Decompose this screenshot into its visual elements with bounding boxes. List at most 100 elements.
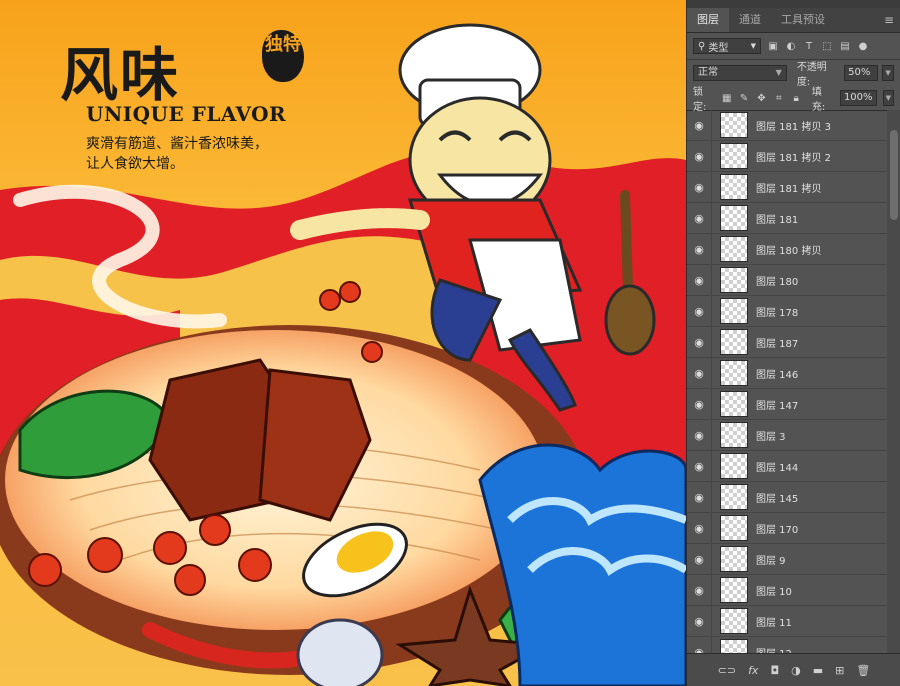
eye-icon[interactable]: ◉ bbox=[687, 522, 711, 535]
link-icon[interactable]: ⊂⊃ bbox=[718, 664, 736, 677]
filter-image-icon[interactable]: ▣ bbox=[767, 40, 779, 52]
artwork-title-cn: 风味 bbox=[60, 41, 181, 109]
layer-name: 图层 144 bbox=[756, 462, 799, 474]
layer-row[interactable]: ◉ 图层 12 bbox=[687, 636, 887, 654]
fill-label: 填充: bbox=[811, 87, 826, 113]
filter-smart-icon[interactable]: ▤ bbox=[839, 40, 851, 52]
layer-thumbnail bbox=[720, 546, 748, 572]
layer-name: 图层 145 bbox=[756, 493, 799, 505]
lock-all-icon[interactable]: 🔒︎ bbox=[790, 92, 801, 104]
layer-row[interactable]: ◉ 图层 144 bbox=[687, 450, 887, 482]
layer-thumbnail bbox=[720, 422, 748, 448]
layer-name: 图层 146 bbox=[756, 369, 799, 381]
layer-thumbnail bbox=[720, 298, 748, 324]
artwork-title-en: UNIQUE FLAVOR bbox=[86, 102, 287, 126]
layer-thumbnail bbox=[720, 577, 748, 603]
lock-move-icon[interactable]: ✥ bbox=[756, 92, 767, 104]
tab-tool-presets[interactable]: 工具预设 bbox=[771, 8, 835, 32]
layer-thumbnail bbox=[720, 453, 748, 479]
layer-name: 图层 10 bbox=[756, 586, 792, 598]
layer-name: 图层 170 bbox=[756, 524, 799, 536]
fill-input[interactable]: 100% bbox=[839, 90, 877, 106]
tab-channels[interactable]: 通道 bbox=[729, 8, 771, 32]
new-layer-icon[interactable]: ⊞ bbox=[835, 664, 844, 677]
layer-name: 图层 187 bbox=[756, 338, 799, 350]
eye-icon[interactable]: ◉ bbox=[687, 150, 711, 163]
layer-name: 图层 3 bbox=[756, 431, 786, 443]
eye-icon[interactable]: ◉ bbox=[687, 274, 711, 287]
filter-shape-icon[interactable]: ⬚ bbox=[821, 40, 833, 52]
lock-artboard-icon[interactable]: ⌗ bbox=[773, 92, 784, 104]
layer-name: 图层 147 bbox=[756, 400, 799, 412]
mask-icon[interactable]: ◘ bbox=[770, 664, 779, 677]
layer-row[interactable]: ◉ 图层 10 bbox=[687, 574, 887, 606]
eye-icon[interactable]: ◉ bbox=[687, 305, 711, 318]
layers-panel: 图层 通道 工具预设 ≡ ⚲ 类型 ▼ ▣ ◐ T ⬚ ▤ ● 正常 ▼ 不透明… bbox=[686, 0, 900, 686]
filter-kind-label: 类型 bbox=[708, 42, 729, 54]
layer-row[interactable]: ◉ 图层 170 bbox=[687, 512, 887, 544]
eye-icon[interactable]: ◉ bbox=[687, 243, 711, 256]
layer-row[interactable]: ◉ 图层 181 拷贝 3 bbox=[687, 110, 887, 141]
layer-row[interactable]: ◉ 图层 181 拷贝 2 bbox=[687, 140, 887, 172]
layer-thumbnail bbox=[720, 112, 748, 138]
filter-kind-select[interactable]: ⚲ 类型 ▼ bbox=[693, 38, 761, 54]
layer-name: 图层 181 bbox=[756, 214, 799, 226]
panel-tabs: 图层 通道 工具预设 ≡ bbox=[687, 8, 900, 33]
filter-adjustment-icon[interactable]: ◐ bbox=[785, 40, 797, 52]
eye-icon[interactable]: ◉ bbox=[687, 119, 711, 132]
lock-row: 锁定: ▦ ✎ ✥ ⌗ 🔒︎ 填充: 100% ▼ bbox=[687, 86, 900, 113]
eye-icon[interactable]: ◉ bbox=[687, 398, 711, 411]
adjustment-icon[interactable]: ◑ bbox=[791, 664, 801, 677]
layer-row[interactable]: ◉ 图层 3 bbox=[687, 419, 887, 451]
layers-list: ◉ 图层 181 拷贝 3 ◉ 图层 181 拷贝 2 ◉ 图层 181 拷贝 ◉ 图层… bbox=[687, 110, 887, 654]
eye-icon[interactable]: ◉ bbox=[687, 181, 711, 194]
layer-row[interactable]: ◉ 图层 181 bbox=[687, 202, 887, 234]
eye-icon[interactable]: ◉ bbox=[687, 491, 711, 504]
fill-dropdown-icon[interactable]: ▼ bbox=[882, 90, 894, 106]
eye-icon[interactable]: ◉ bbox=[687, 367, 711, 380]
opacity-dropdown-icon[interactable]: ▼ bbox=[882, 65, 895, 81]
layer-thumbnail bbox=[720, 360, 748, 386]
layer-name: 图层 9 bbox=[756, 555, 786, 567]
eye-icon[interactable]: ◉ bbox=[687, 460, 711, 473]
layer-row[interactable]: ◉ 图层 11 bbox=[687, 605, 887, 637]
layer-name: 图层 11 bbox=[756, 617, 792, 629]
filter-toggle-icon[interactable]: ● bbox=[857, 40, 869, 52]
layer-row[interactable]: ◉ 图层 147 bbox=[687, 388, 887, 420]
tab-layers[interactable]: 图层 bbox=[687, 8, 729, 32]
layer-thumbnail bbox=[720, 143, 748, 169]
lock-transparent-icon[interactable]: ▦ bbox=[721, 92, 732, 104]
trash-icon[interactable]: 🗑︎ bbox=[856, 664, 870, 677]
eye-icon[interactable]: ◉ bbox=[687, 584, 711, 597]
search-icon: ⚲ bbox=[698, 40, 706, 52]
layer-name: 图层 181 拷贝 bbox=[756, 183, 822, 195]
lock-brush-icon[interactable]: ✎ bbox=[738, 92, 749, 104]
filter-text-icon[interactable]: T bbox=[803, 40, 815, 52]
blend-mode-select[interactable]: 正常 ▼ bbox=[693, 65, 787, 81]
layer-row[interactable]: ◉ 图层 178 bbox=[687, 295, 887, 327]
layers-scrollbar[interactable] bbox=[887, 110, 900, 654]
layer-row[interactable]: ◉ 图层 181 拷贝 bbox=[687, 171, 887, 203]
layer-row[interactable]: ◉ 图层 9 bbox=[687, 543, 887, 575]
blend-row: 正常 ▼ 不透明度: 50% ▼ bbox=[687, 60, 900, 88]
eye-icon[interactable]: ◉ bbox=[687, 615, 711, 628]
scrollbar-thumb[interactable] bbox=[890, 130, 898, 220]
fx-icon[interactable]: fx bbox=[748, 664, 758, 677]
layer-row[interactable]: ◉ 图层 180 bbox=[687, 264, 887, 296]
eye-icon[interactable]: ◉ bbox=[687, 212, 711, 225]
panel-top-bar bbox=[687, 0, 900, 8]
folder-icon[interactable]: ▬ bbox=[813, 664, 823, 677]
eye-icon[interactable]: ◉ bbox=[687, 429, 711, 442]
layer-thumbnail bbox=[720, 205, 748, 231]
layer-row[interactable]: ◉ 图层 180 拷贝 bbox=[687, 233, 887, 265]
layer-thumbnail bbox=[720, 484, 748, 510]
opacity-input[interactable]: 50% bbox=[844, 65, 879, 81]
eye-icon[interactable]: ◉ bbox=[687, 336, 711, 349]
layer-row[interactable]: ◉ 图层 145 bbox=[687, 481, 887, 513]
menu-icon[interactable]: ≡ bbox=[884, 8, 894, 32]
eye-icon[interactable]: ◉ bbox=[687, 553, 711, 566]
chevron-down-icon: ▼ bbox=[750, 42, 756, 50]
layer-row[interactable]: ◉ 图层 146 bbox=[687, 357, 887, 389]
layer-row[interactable]: ◉ 图层 187 bbox=[687, 326, 887, 358]
layer-thumbnail bbox=[720, 391, 748, 417]
